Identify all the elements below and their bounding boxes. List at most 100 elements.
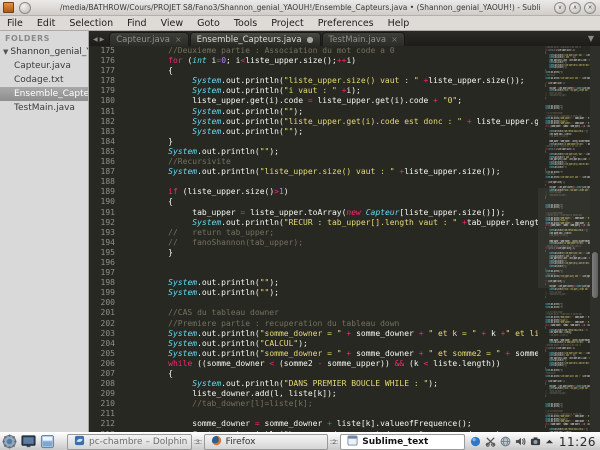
code-line[interactable] xyxy=(120,298,538,308)
line-number[interactable]: 182 xyxy=(89,117,115,127)
pin-window-button[interactable] xyxy=(19,2,31,14)
menu-item-file[interactable]: File xyxy=(0,17,30,30)
task-button-firefox[interactable]: Firefox xyxy=(204,434,329,450)
close-button[interactable]: × xyxy=(584,2,596,14)
vertical-scrollbar[interactable] xyxy=(590,46,600,435)
code-line[interactable]: System.out.println(""); xyxy=(120,107,538,117)
show-desktop-icon[interactable] xyxy=(21,434,36,449)
code-line[interactable]: } xyxy=(120,137,538,147)
task-button-sublime-text[interactable]: Sublime_text xyxy=(340,434,465,450)
line-number[interactable]: 194 xyxy=(89,238,115,248)
code-line[interactable]: System.out.println(""); xyxy=(120,288,538,298)
line-number[interactable]: 180 xyxy=(89,96,115,106)
code-line[interactable]: // return tab_upper; xyxy=(120,228,538,238)
menu-item-goto[interactable]: Goto xyxy=(190,17,227,30)
sidebar-root-folder[interactable]: ▼Shannon_genial_YAOUH! xyxy=(0,45,88,59)
line-number[interactable]: 185 xyxy=(89,147,115,157)
line-number[interactable]: 206 xyxy=(89,359,115,369)
code-line[interactable]: System.out.println("somme_downer = " + s… xyxy=(120,329,538,339)
taskbar-clock[interactable]: 11:26 xyxy=(559,435,596,449)
code-line[interactable]: { xyxy=(120,369,538,379)
line-number[interactable]: 191 xyxy=(89,208,115,218)
task-button-pc-chambre-dolphin[interactable]: pc-chambre – Dolphin xyxy=(67,434,192,450)
code-line[interactable] xyxy=(120,268,538,278)
line-number[interactable]: 208 xyxy=(89,379,115,389)
code-line[interactable]: { xyxy=(120,197,538,207)
line-number-gutter[interactable]: 1751761771781791801811821831841851861871… xyxy=(89,46,120,435)
code-line[interactable]: liste_downer.add(l, liste[k]); xyxy=(120,389,538,399)
volume-icon[interactable] xyxy=(515,436,526,447)
tab-capteur-java[interactable]: Capteur.java× xyxy=(109,32,188,46)
code-line[interactable]: //Premiere partie : recuperation du tabl… xyxy=(120,319,538,329)
menu-item-preferences[interactable]: Preferences xyxy=(311,17,381,30)
line-number[interactable]: 202 xyxy=(89,319,115,329)
code-line[interactable]: System.out.println(""); xyxy=(120,147,538,157)
line-number[interactable]: 195 xyxy=(89,248,115,258)
menu-item-tools[interactable]: Tools xyxy=(227,17,264,30)
sidebar-item-ensemble-capteurs-java[interactable]: Ensemble_Capteurs.java xyxy=(0,87,88,101)
code-line[interactable]: { xyxy=(120,66,538,76)
code-line[interactable]: System.out.println("liste_upper.size() v… xyxy=(120,76,538,86)
line-number[interactable]: 187 xyxy=(89,167,115,177)
code-line[interactable] xyxy=(120,177,538,187)
line-number[interactable]: 211 xyxy=(89,409,115,419)
maximize-button[interactable]: ∧ xyxy=(569,2,581,14)
line-number[interactable]: 209 xyxy=(89,389,115,399)
code-line[interactable]: //Deuxieme partie : Association du mot c… xyxy=(120,46,538,56)
line-number[interactable]: 192 xyxy=(89,218,115,228)
code-line[interactable]: System.out.println("RECUR : tab_upper[].… xyxy=(120,218,538,228)
line-number[interactable]: 212 xyxy=(89,419,115,429)
code-line[interactable]: //CAS du tableau downer xyxy=(120,308,538,318)
code-line[interactable]: while ((somme_downer < (somme2 - somme_u… xyxy=(120,359,538,369)
code-line[interactable]: System.out.println("i vaut : " +i); xyxy=(120,86,538,96)
line-number[interactable]: 181 xyxy=(89,107,115,117)
menu-item-view[interactable]: View xyxy=(154,17,191,30)
line-number[interactable]: 197 xyxy=(89,268,115,278)
line-number[interactable]: 177 xyxy=(89,66,115,76)
code-line[interactable]: if (liste_upper.size()>1) xyxy=(120,187,538,197)
sidebar-item-codage-txt[interactable]: Codage.txt xyxy=(0,73,88,87)
menu-item-project[interactable]: Project xyxy=(264,17,311,30)
line-number[interactable]: 189 xyxy=(89,187,115,197)
line-number[interactable]: 210 xyxy=(89,399,115,409)
minimize-button[interactable]: ∨ xyxy=(554,2,566,14)
tab-overflow-icon[interactable]: ▼ xyxy=(588,34,594,43)
minimap[interactable]: //Deuxieme partie : Association du mot c… xyxy=(538,46,590,435)
line-number[interactable]: 205 xyxy=(89,349,115,359)
network-icon[interactable] xyxy=(500,436,511,447)
code-line[interactable]: //Recursivite xyxy=(120,157,538,167)
line-number[interactable]: 196 xyxy=(89,258,115,268)
code-line[interactable]: System.out.println(""); xyxy=(120,278,538,288)
code-line[interactable]: tab_upper = liste_upper.toArray(new Capt… xyxy=(120,208,538,218)
line-number[interactable]: 198 xyxy=(89,278,115,288)
line-number[interactable]: 199 xyxy=(89,288,115,298)
line-number[interactable]: 176 xyxy=(89,56,115,66)
code-line[interactable]: for (int i=0; i<liste_upper.size();++i) xyxy=(120,56,538,66)
code-editor[interactable]: //Deuxieme partie : Association du mot c… xyxy=(120,46,538,435)
line-number[interactable]: 190 xyxy=(89,197,115,207)
applet-handle[interactable]: 3 xyxy=(194,438,202,446)
code-line[interactable]: System.out.println("CALCUL"); xyxy=(120,339,538,349)
panel-hide-icon[interactable] xyxy=(545,437,554,446)
update-orb-icon[interactable] xyxy=(470,436,481,447)
minimap-viewport[interactable] xyxy=(538,188,590,288)
tab-close-icon[interactable]: × xyxy=(391,35,398,44)
sidebar-item-testmain-java[interactable]: TestMain.java xyxy=(0,101,88,115)
line-number[interactable]: 204 xyxy=(89,339,115,349)
scrollbar-thumb[interactable] xyxy=(592,252,598,298)
folder-expand-icon[interactable]: ▼ xyxy=(3,48,8,56)
tab-testmain-java[interactable]: TestMain.java× xyxy=(322,32,405,46)
line-number[interactable]: 207 xyxy=(89,369,115,379)
line-number[interactable]: 179 xyxy=(89,86,115,96)
code-line[interactable]: } xyxy=(120,248,538,258)
code-line[interactable]: System.out.println(""); xyxy=(120,127,538,137)
applet-handle[interactable]: 2 xyxy=(330,438,338,446)
code-line[interactable]: System.out.println("liste_upper.size() v… xyxy=(120,167,538,177)
line-number[interactable]: 183 xyxy=(89,127,115,137)
menu-item-help[interactable]: Help xyxy=(381,17,417,30)
menu-item-find[interactable]: Find xyxy=(120,17,153,30)
line-number[interactable]: 193 xyxy=(89,228,115,238)
file-manager-icon[interactable] xyxy=(40,434,55,449)
modified-dot-icon[interactable]: ● xyxy=(307,35,314,44)
code-line[interactable]: System.out.println("liste_upper.get(i).c… xyxy=(120,117,538,127)
